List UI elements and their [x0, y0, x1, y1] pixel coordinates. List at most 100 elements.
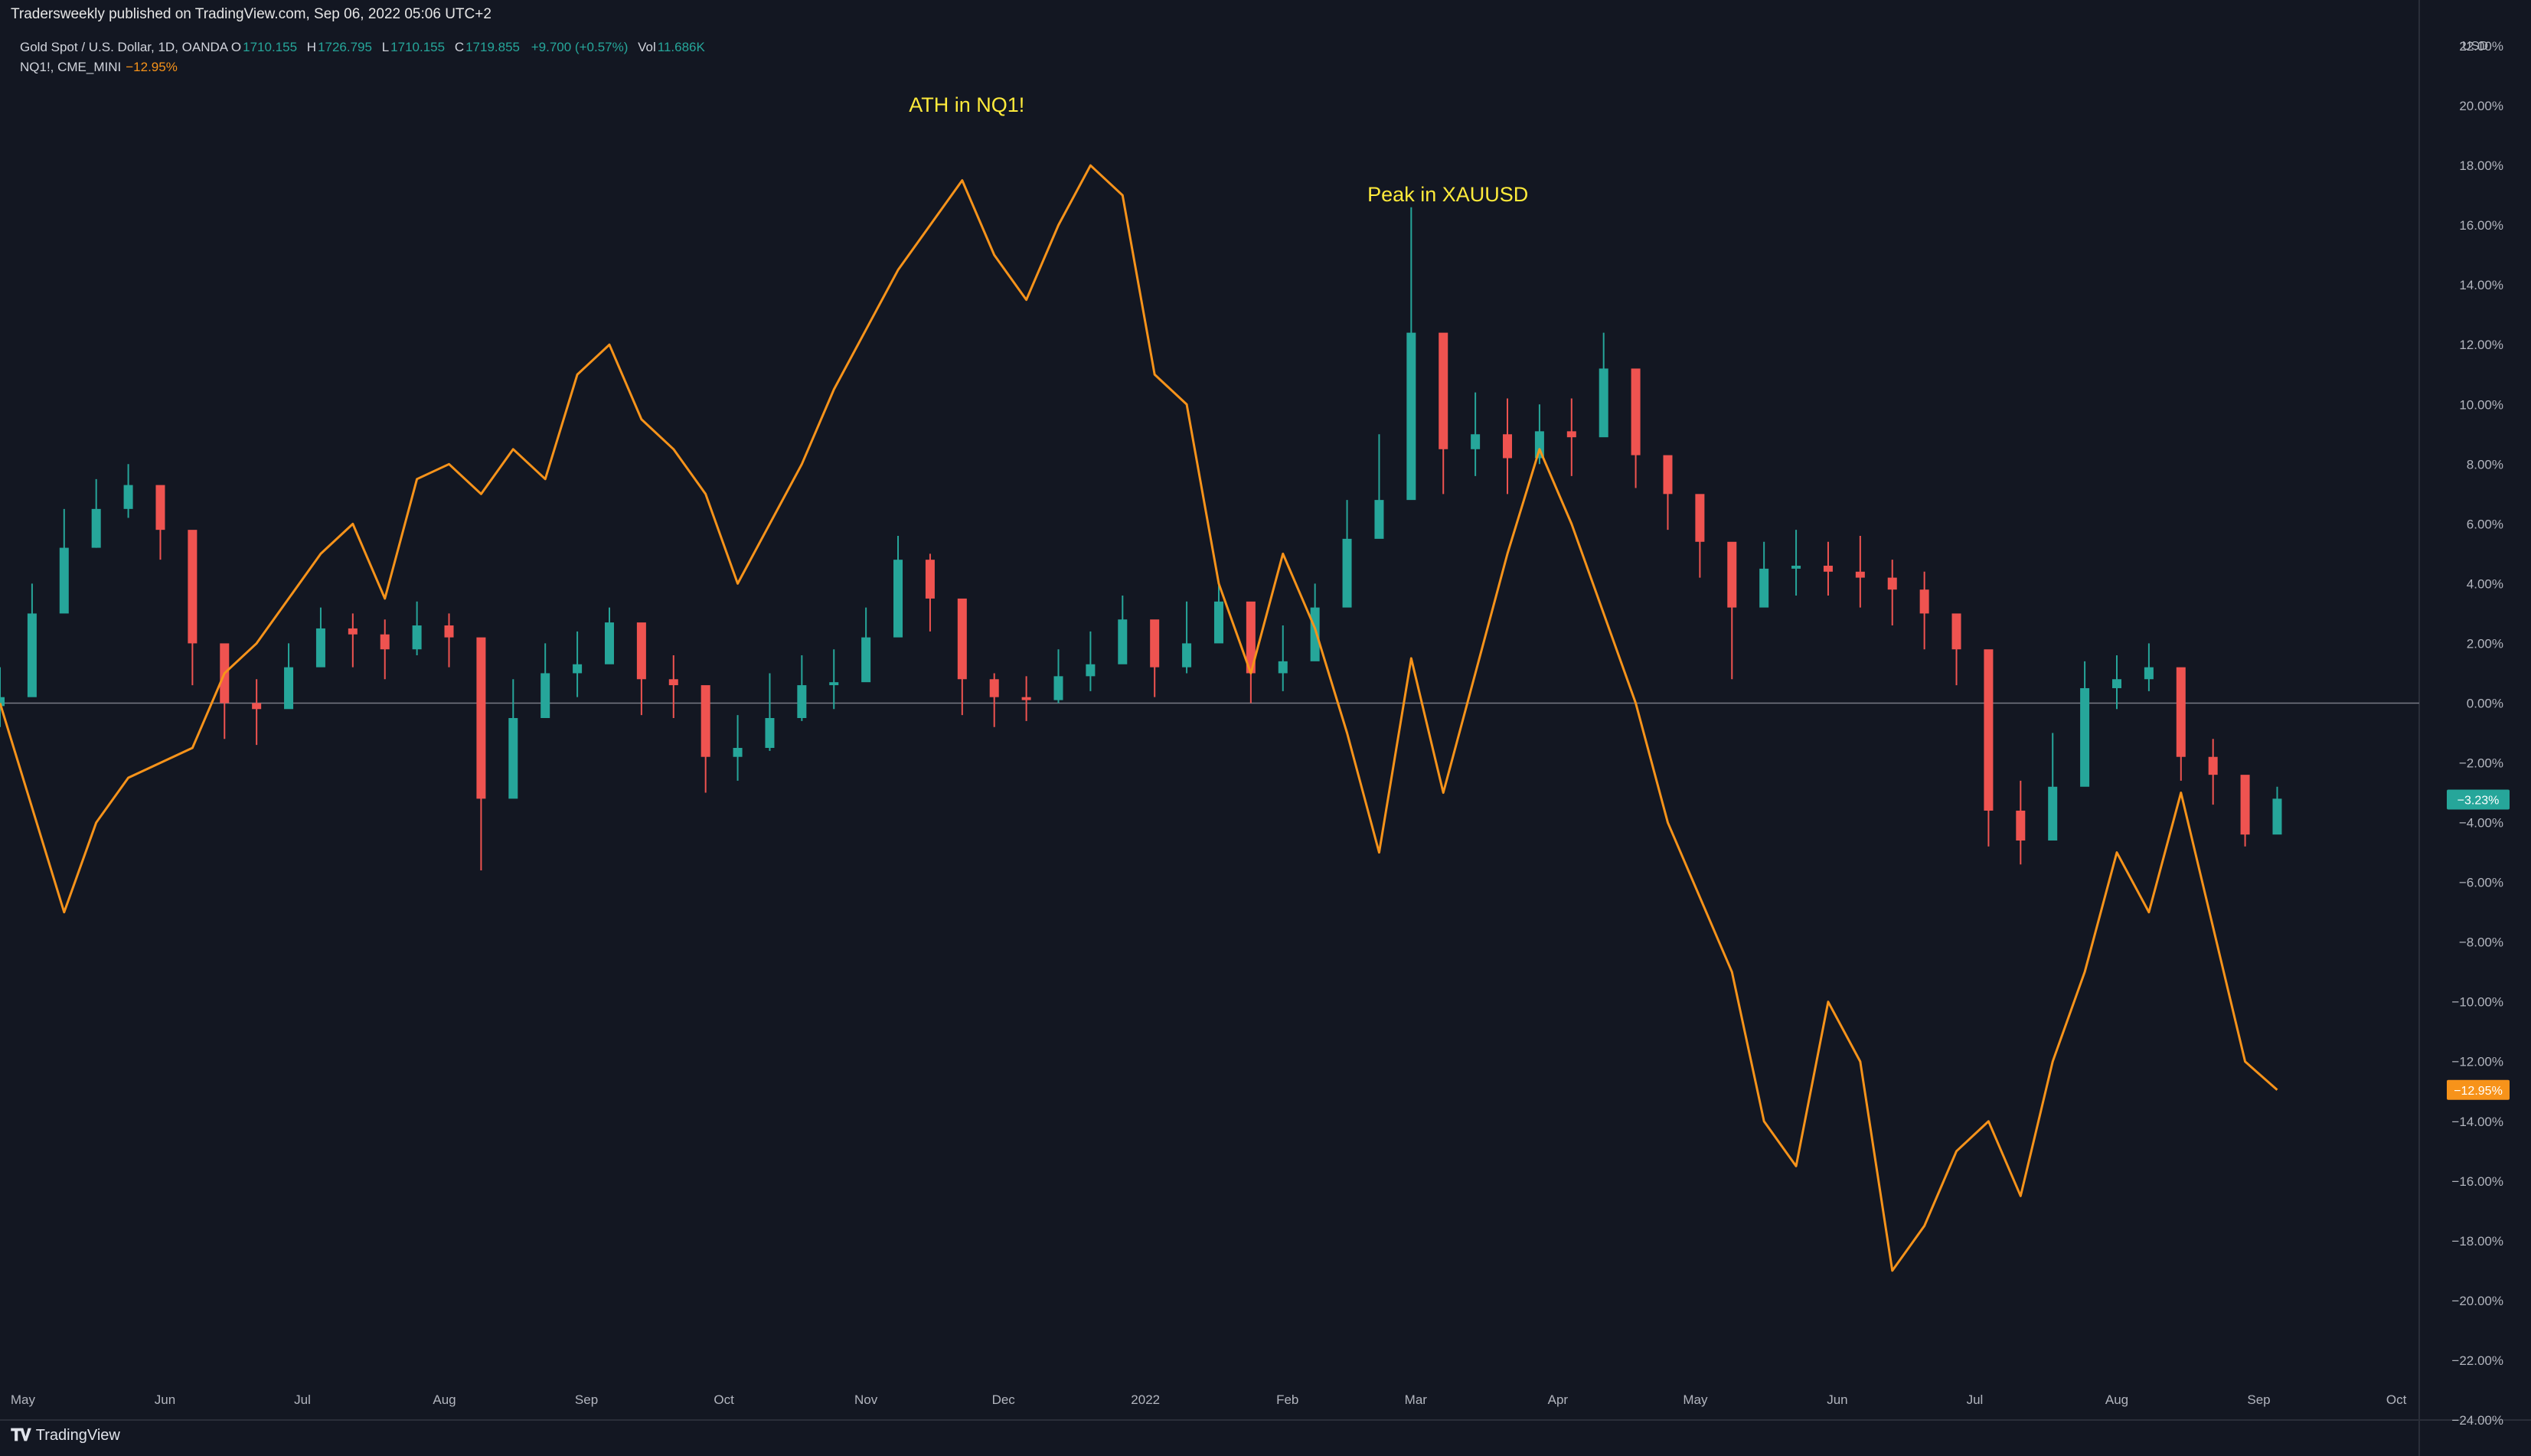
- annotation-label: ATH in NQ1!: [909, 93, 1024, 116]
- gold-candle: [476, 637, 486, 799]
- gold-candle: [444, 625, 454, 638]
- y-tick-label: 10.00%: [2459, 397, 2503, 412]
- gold-candle: [1406, 332, 1416, 501]
- gold-candle: [573, 664, 583, 674]
- gold-candle: [733, 748, 743, 757]
- gold-candle: [2112, 679, 2121, 688]
- gold-candle: [1118, 619, 1128, 664]
- chart-canvas[interactable]: 22.00% 20.00% 18.00% 16.00% 14.00% 12.00% 10.0…: [0, 0, 2531, 1456]
- gold-candle: [1823, 565, 1833, 572]
- x-tick-label: Oct: [2386, 1392, 2407, 1407]
- x-tick-label: Jun: [1827, 1392, 1847, 1407]
- y-tick-label: −22.00%: [2451, 1353, 2503, 1368]
- gold-candle: [1374, 500, 1384, 539]
- gold-candle: [27, 613, 37, 697]
- x-tick-label: May: [1683, 1392, 1708, 1407]
- x-tick-label: Nov: [854, 1392, 878, 1407]
- gold-candle: [91, 508, 101, 548]
- gold-candle: [1503, 434, 1513, 459]
- gold-candle: [540, 673, 550, 718]
- gold-candle: [1727, 541, 1737, 608]
- gold-candle: [1053, 676, 1063, 700]
- gold-candle: [2272, 798, 2282, 835]
- tradingview-logo[interactable]: 𝐓𝐕 TradingView: [11, 1425, 120, 1445]
- x-tick-label: Feb: [1276, 1392, 1298, 1407]
- x-tick-label: Dec: [992, 1392, 1016, 1407]
- gold-candle: [315, 628, 325, 668]
- gold-candle: [636, 622, 646, 680]
- gold-candle: [2080, 687, 2090, 787]
- x-tick-label: Apr: [1548, 1392, 1569, 1407]
- gold-candle: [701, 685, 710, 757]
- gold-candle: [925, 560, 935, 599]
- y-tick-label: −18.00%: [2451, 1234, 2503, 1249]
- gold-candle: [604, 622, 614, 664]
- y-tick-label: −10.00%: [2451, 995, 2503, 1010]
- y-tick-label: −6.00%: [2459, 876, 2503, 890]
- y-tick-label: −12.00%: [2451, 1055, 2503, 1069]
- gold-candle: [2176, 667, 2186, 757]
- gold-candle: [1631, 368, 1641, 455]
- y-tick-label: −8.00%: [2459, 935, 2503, 950]
- x-tick-label: Sep: [575, 1392, 598, 1407]
- gold-candle: [284, 667, 294, 710]
- gold-candle: [668, 679, 678, 686]
- gold-candle: [188, 530, 198, 644]
- gold-candle: [2208, 756, 2218, 775]
- annotation-label: Peak in XAUUSD: [1367, 183, 1528, 206]
- y-tick-label: −20.00%: [2451, 1294, 2503, 1308]
- gold-candle: [1342, 538, 1352, 608]
- gold-candle: [2048, 786, 2058, 841]
- y-tick-label: 18.00%: [2459, 158, 2503, 173]
- nq-line: [0, 164, 2278, 1272]
- gold-candle: [2144, 667, 2154, 680]
- gold-candle: [1471, 434, 1481, 449]
- gold-candle: [1759, 568, 1769, 608]
- gold-candle: [1984, 649, 1994, 811]
- gold-candle: [1855, 571, 1865, 578]
- gold-candle: [989, 679, 999, 697]
- y-tick-label: 14.00%: [2459, 278, 2503, 292]
- x-tick-label: Sep: [2247, 1392, 2270, 1407]
- y-tick-label: 16.00%: [2459, 218, 2503, 233]
- gold-candle: [765, 717, 775, 749]
- x-tick-label: May: [11, 1392, 36, 1407]
- tradingview-logo-text: TradingView: [35, 1426, 120, 1444]
- x-tick-label: Jul: [1967, 1392, 1984, 1407]
- y-tick-label: −24.00%: [2451, 1413, 2503, 1428]
- x-tick-label: Oct: [714, 1392, 734, 1407]
- gold-candle: [1439, 332, 1448, 449]
- gold-candle: [1919, 589, 1929, 614]
- gold-candle: [1310, 607, 1320, 661]
- y-tick-label: 4.00%: [2467, 576, 2503, 591]
- tradingview-logo-icon: 𝐓𝐕: [11, 1425, 31, 1445]
- gold-candle: [1663, 455, 1673, 495]
- gold-candle: [1566, 431, 1576, 438]
- gold-candle: [1150, 619, 1160, 668]
- y-tick-label: 20.00%: [2459, 99, 2503, 113]
- gold-candle: [1086, 664, 1096, 677]
- y-tick-label: 12.00%: [2459, 338, 2503, 352]
- y-tick-label: 0.00%: [2467, 696, 2503, 710]
- y-tick-label: 8.00%: [2467, 457, 2503, 472]
- gold-candle: [1182, 643, 1192, 668]
- gold-candle: [1951, 613, 1961, 650]
- gold-candle: [1021, 697, 1031, 700]
- y-tick-label: 2.00%: [2467, 636, 2503, 651]
- gold-candle: [1213, 601, 1223, 644]
- gold-candle: [412, 625, 422, 650]
- gold-candle: [1278, 661, 1288, 674]
- gold-candle: [1695, 494, 1705, 542]
- y-tick-label: −14.00%: [2451, 1115, 2503, 1129]
- gold-candle: [829, 682, 839, 686]
- x-tick-label: Jul: [294, 1392, 311, 1407]
- gold-candle: [252, 703, 262, 710]
- gold-candle: [1791, 565, 1801, 569]
- gold-candle: [348, 628, 358, 635]
- gold-candle: [1887, 577, 1897, 590]
- gold-candle: [155, 485, 165, 530]
- x-tick-label: Aug: [2105, 1392, 2128, 1407]
- gold-candle: [380, 634, 390, 650]
- x-tick-label: Mar: [1405, 1392, 1428, 1407]
- last-value-label: −3.23%: [2458, 795, 2500, 808]
